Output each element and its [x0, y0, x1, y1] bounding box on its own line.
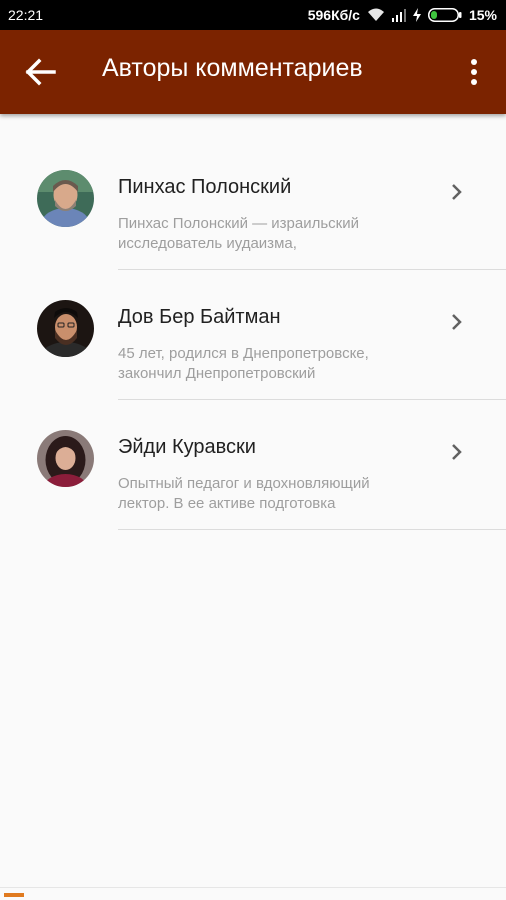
author-description-line: исследователь иудаизма,	[118, 235, 297, 252]
author-list-item[interactable]: Эйди Куравски Опытный педагог и вдохновл…	[0, 400, 506, 530]
divider	[118, 529, 506, 530]
page-title: Авторы комментариев	[102, 54, 363, 82]
battery-percent: 15%	[468, 7, 497, 23]
bottom-divider	[0, 887, 506, 888]
charging-icon	[412, 8, 421, 22]
author-description: 45 лет, родился в Днепропетровске, закон…	[118, 344, 418, 384]
avatar	[37, 300, 94, 357]
signal-icon	[391, 8, 406, 22]
app-bar: Авторы комментариев	[0, 30, 506, 114]
author-description: Опытный педагог и вдохновляющий лектор. …	[118, 474, 418, 514]
wifi-icon	[367, 8, 385, 22]
author-description: Пинхас Полонский — израильский исследова…	[118, 214, 418, 254]
status-bar: 22:21 596Кб/с 15%	[0, 0, 506, 30]
bottom-indicator	[4, 893, 24, 897]
author-list-item[interactable]: Дов Бер Байтман 45 лет, родился в Днепро…	[0, 270, 506, 400]
more-vertical-icon	[462, 59, 486, 92]
author-name: Дов Бер Байтман	[118, 306, 281, 328]
status-time: 22:21	[8, 7, 44, 23]
arrow-left-icon	[24, 58, 60, 92]
battery-icon	[427, 8, 462, 22]
chevron-right-icon	[450, 181, 464, 203]
avatar	[37, 170, 94, 227]
author-description-line: лектор. В ее активе подготовка	[118, 495, 336, 512]
author-description-line: закончил Днепропетровский	[118, 365, 316, 382]
network-speed: 596Кб/с	[307, 7, 360, 23]
author-description-line: 45 лет, родился в Днепропетровске,	[118, 345, 369, 362]
status-indicators: 596Кб/с 15%	[308, 7, 497, 23]
authors-list: Пинхас Полонский Пинхас Полонский — изра…	[0, 140, 506, 530]
author-name: Эйди Куравски	[118, 436, 256, 458]
chevron-right-icon	[450, 311, 464, 333]
author-list-item[interactable]: Пинхас Полонский Пинхас Полонский — изра…	[0, 140, 506, 270]
author-description-line: Пинхас Полонский — израильский	[118, 215, 359, 232]
overflow-menu-button[interactable]	[462, 56, 486, 88]
back-button[interactable]	[24, 56, 60, 88]
avatar	[37, 430, 94, 487]
author-description-line: Опытный педагог и вдохновляющий	[118, 475, 370, 492]
chevron-right-icon	[450, 441, 464, 463]
author-name: Пинхас Полонский	[118, 176, 292, 198]
